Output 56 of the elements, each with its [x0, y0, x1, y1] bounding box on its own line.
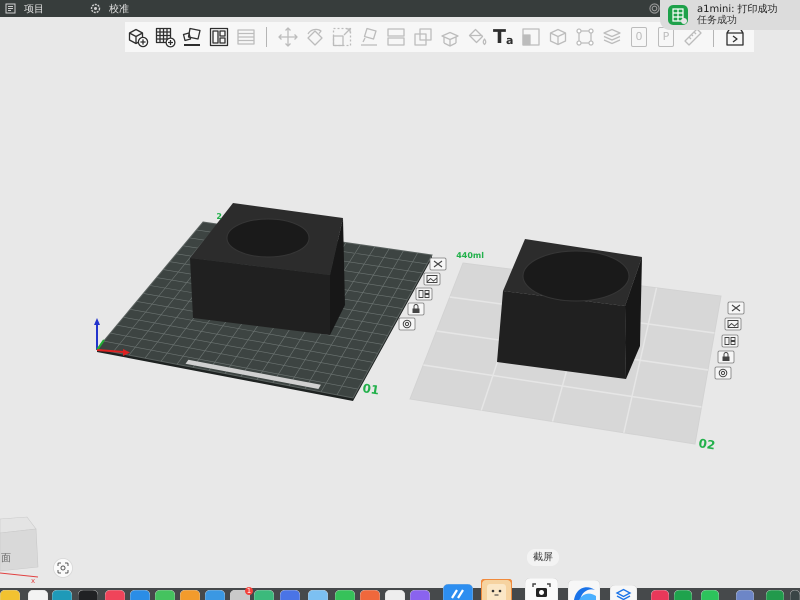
app-icon[interactable] [610, 585, 637, 600]
settings-icon[interactable] [398, 318, 416, 330]
app-icon[interactable] [155, 590, 175, 600]
app-icon[interactable] [360, 590, 380, 600]
focus-icon[interactable] [53, 558, 73, 578]
layout-icon[interactable] [416, 288, 432, 300]
padlock-icon[interactable] [718, 350, 734, 364]
app-icon[interactable] [254, 590, 274, 600]
app-icon[interactable] [651, 590, 669, 600]
app-icon[interactable] [105, 590, 125, 600]
app-icon[interactable] [766, 590, 784, 600]
app-icon[interactable] [78, 590, 98, 600]
app-icon[interactable] [308, 590, 328, 600]
app-icon[interactable] [180, 590, 200, 600]
menu-item[interactable]: 项目 [4, 1, 45, 16]
plate-number: 01 [362, 381, 380, 398]
picture-icon[interactable] [424, 272, 440, 286]
plate-name: 2 [216, 212, 222, 221]
close-icon[interactable] [728, 302, 744, 314]
target-icon[interactable] [649, 3, 660, 14]
cube-plus-icon[interactable] [127, 26, 149, 48]
app-icon[interactable] [335, 590, 355, 600]
app-icon[interactable] [0, 590, 20, 600]
plate-number: 02 [698, 436, 716, 453]
camera-app-icon[interactable] [525, 578, 558, 600]
app-icon[interactable] [280, 590, 300, 600]
app-icon[interactable] [130, 590, 150, 600]
app-icon[interactable] [410, 590, 430, 600]
document-icon [5, 3, 16, 14]
app-icon[interactable] [736, 590, 754, 600]
gear-icon [90, 3, 101, 14]
app-icon[interactable] [52, 590, 72, 600]
xyz-axes-icon [94, 318, 130, 356]
face-app-icon[interactable] [481, 579, 512, 600]
app-icon[interactable] [385, 590, 405, 600]
layout-icon[interactable] [722, 334, 738, 348]
plate-name: 440ml [456, 251, 484, 260]
notification-banner[interactable]: a1mini: 打印成功 任务成功 [660, 0, 800, 30]
close-icon[interactable] [430, 258, 446, 270]
app-icon[interactable] [205, 590, 225, 600]
layout-icon[interactable] [208, 26, 230, 48]
app-icon[interactable] [674, 590, 692, 600]
notification-title: a1mini: 打印成功 [697, 4, 778, 15]
menu-item[interactable]: 校准 [89, 1, 130, 16]
app-icon[interactable] [28, 590, 48, 600]
app-icon[interactable] [701, 590, 719, 600]
app-icon[interactable] [790, 590, 800, 600]
notification-message: 任务成功 [697, 15, 738, 26]
settings-icon[interactable] [714, 366, 732, 380]
tooltip: 截屏 [527, 549, 559, 566]
app-icon [668, 5, 688, 25]
padlock-icon[interactable] [408, 302, 424, 316]
picture-icon[interactable] [724, 318, 742, 330]
app-icon[interactable] [568, 580, 600, 600]
grid-plus-icon[interactable] [154, 26, 176, 48]
tilted-squares-icon[interactable] [181, 26, 203, 48]
